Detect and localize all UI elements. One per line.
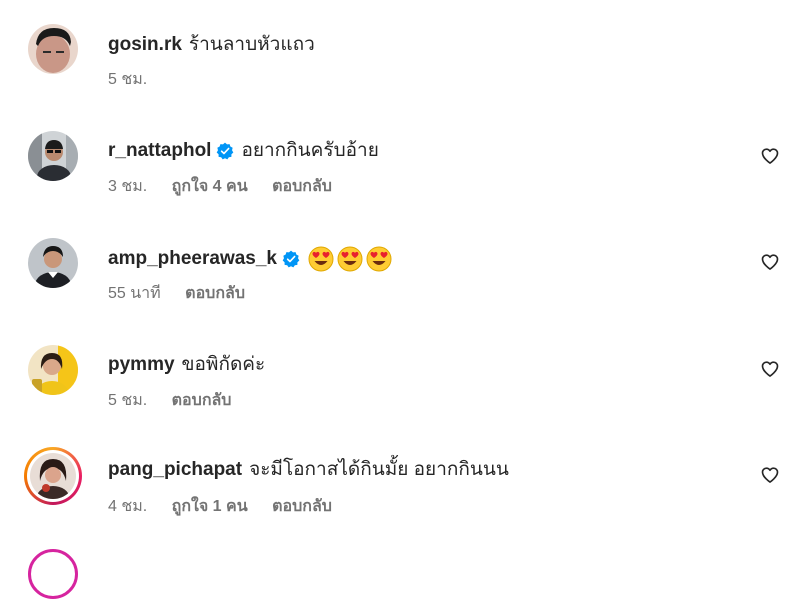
avatar[interactable] xyxy=(28,238,78,288)
comment-username[interactable]: r_nattaphol xyxy=(108,139,211,163)
comment-username[interactable]: amp_pheerawas_k xyxy=(108,247,277,271)
heart-eyes-emoji-icon xyxy=(337,246,363,272)
avatar-story-ring[interactable] xyxy=(24,447,82,505)
heart-eyes-emoji-icon xyxy=(308,246,334,272)
comment-text: ร้านลาบหัวแถว xyxy=(188,34,315,55)
comment-text: อยากกินครับอ้าย xyxy=(241,140,379,161)
comment-likes[interactable]: ถูกใจ 4 คน xyxy=(172,178,248,195)
heart-outline-icon[interactable] xyxy=(760,252,780,272)
comment-username[interactable]: pymmy xyxy=(108,353,175,377)
avatar xyxy=(30,453,76,499)
avatar-story-ring[interactable] xyxy=(28,549,78,599)
comment-time[interactable]: 3 ชม. xyxy=(108,178,147,195)
reply-button[interactable]: ตอบกลับ xyxy=(185,285,245,302)
comment-time[interactable]: 5 ชม. xyxy=(108,392,147,409)
avatar[interactable] xyxy=(28,131,78,181)
reply-button[interactable]: ตอบกลับ xyxy=(172,392,232,409)
avatar[interactable] xyxy=(28,345,78,395)
heart-outline-icon[interactable] xyxy=(760,146,780,166)
comment-time[interactable]: 55 นาที xyxy=(108,285,161,302)
comment-username[interactable]: gosin.rk xyxy=(108,33,182,57)
reply-button[interactable]: ตอบกลับ xyxy=(272,178,332,195)
reply-button[interactable]: ตอบกลับ xyxy=(272,498,332,515)
comment-username[interactable]: pang_pichapat xyxy=(108,458,242,482)
verified-badge-icon xyxy=(217,142,234,160)
comment-likes[interactable]: ถูกใจ 1 คน xyxy=(172,498,248,515)
comment-text: จะมีโอกาสได้กินมั้ย อยากกินนน xyxy=(249,459,509,480)
heart-eyes-emoji-icon xyxy=(366,246,392,272)
avatar[interactable] xyxy=(28,24,78,74)
verified-badge-icon xyxy=(282,250,300,268)
comment-text xyxy=(308,246,392,272)
heart-outline-icon[interactable] xyxy=(760,465,780,485)
heart-outline-icon[interactable] xyxy=(760,359,780,379)
comment-text: ขอพิกัดค่ะ xyxy=(181,354,266,375)
comment-time[interactable]: 4 ชม. xyxy=(108,498,147,515)
comment-time[interactable]: 5 ชม. xyxy=(108,71,147,88)
